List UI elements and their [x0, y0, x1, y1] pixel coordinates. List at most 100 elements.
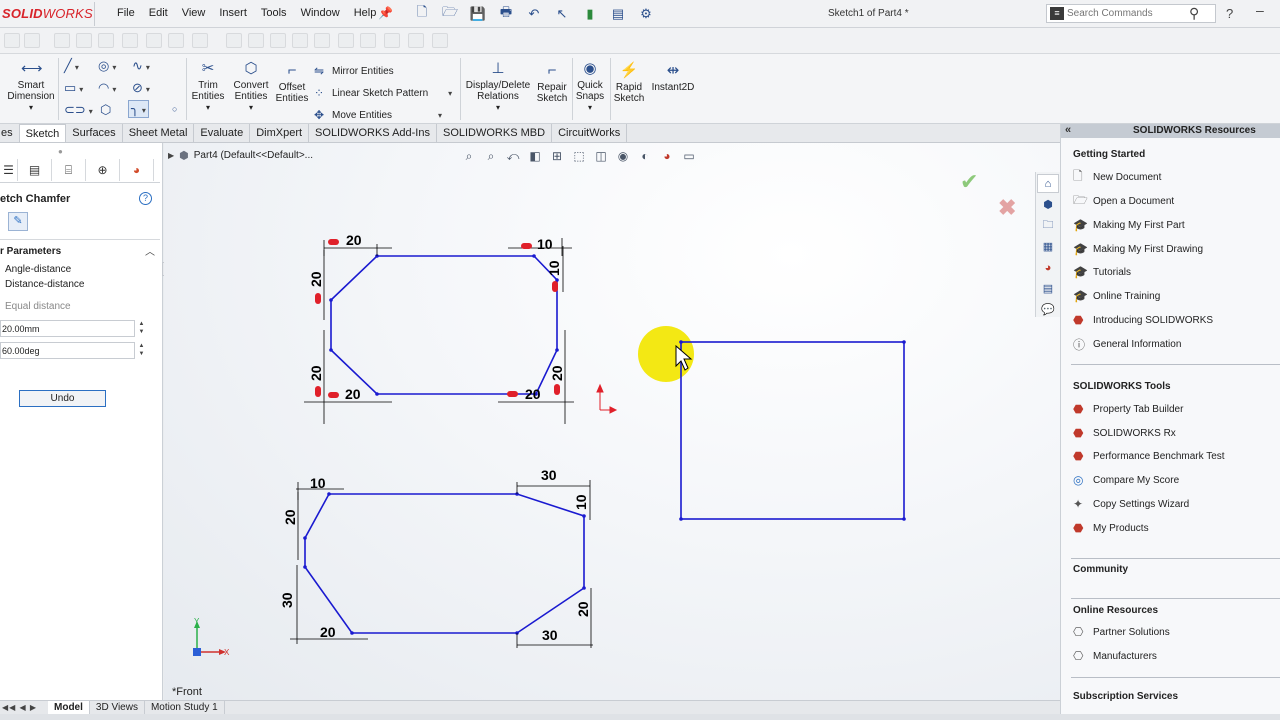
angle-distance-radio[interactable]: Angle-distance	[5, 264, 71, 275]
dimension-label[interactable]: 10	[310, 475, 326, 491]
repair-sketch-button[interactable]: ⌐ Repair Sketch	[536, 62, 568, 104]
collapse-chevron-icon[interactable]: ︿	[145, 243, 155, 258]
file-properties-icon[interactable]: ▤	[606, 4, 630, 24]
dimension-label[interactable]: 30	[542, 627, 558, 643]
sketch-rectangle[interactable]	[680, 341, 905, 520]
design-library-icon[interactable]: ⬢	[1037, 195, 1059, 214]
point-tool-icon[interactable]: ○	[172, 104, 177, 114]
view-palette-icon[interactable]: ▦	[1037, 237, 1059, 256]
first-drawing-link[interactable]: 🎓 Making My First Drawing	[1073, 242, 1203, 256]
online-training-link[interactable]: 🎓 Online Training	[1073, 289, 1160, 303]
feature-manager-icon[interactable]: ☰	[0, 159, 18, 181]
distance-distance-radio[interactable]: Distance-distance	[5, 279, 84, 290]
linear-sketch-pattern-button[interactable]: ⁘ Linear Sketch Pattern ▾	[314, 82, 452, 104]
compare-my-score-link[interactable]: ◎ Compare My Score	[1073, 473, 1179, 487]
dropdown-arrow-icon[interactable]: ▾	[249, 103, 253, 112]
tab-dimxpert[interactable]: DimXpert	[250, 124, 310, 142]
introducing-solidworks-link[interactable]: ⬣ Introducing SOLIDWORKS	[1073, 313, 1213, 327]
dimension-label[interactable]: 20	[575, 601, 591, 617]
collapse-panel-icon[interactable]: «	[1065, 124, 1071, 136]
spline-tool-icon[interactable]: ∿	[132, 58, 150, 74]
pushpin-icon[interactable]: ✎	[8, 212, 28, 231]
dimension-label[interactable]: 20	[320, 624, 336, 640]
pin-icon[interactable]: 📌	[378, 6, 393, 20]
tab-navigation-arrows-icon[interactable]: ◀◀ ◀ ▶ ▶▶	[0, 701, 48, 720]
display-delete-relations-button[interactable]: ⊥ Display/Delete Relations ▾	[462, 60, 534, 113]
undo-icon[interactable]: ↶	[522, 4, 546, 24]
search-commands[interactable]: ≡ ⚲	[1046, 4, 1216, 23]
dimension-label[interactable]: 20	[525, 386, 541, 402]
appearances-icon[interactable]: ◕	[1037, 258, 1059, 277]
angle-field[interactable]	[0, 342, 135, 359]
dropdown-arrow-icon[interactable]: ▾	[29, 103, 33, 112]
dimension-label[interactable]: 10	[573, 494, 589, 510]
rebuild-icon[interactable]: ▮	[578, 4, 602, 24]
equal-distance-checkbox[interactable]: Equal distance	[5, 301, 71, 312]
performance-benchmark-link[interactable]: ⬣ Performance Benchmark Test	[1073, 449, 1225, 463]
save-icon[interactable]: 💾	[466, 4, 490, 24]
new-document-icon[interactable]: 🗋	[410, 4, 434, 24]
tab-circuitworks[interactable]: CircuitWorks	[552, 124, 628, 142]
menu-file[interactable]: File	[110, 7, 142, 19]
tab-3d-views[interactable]: 3D Views	[90, 701, 145, 714]
general-information-link[interactable]: ⓘ General Information	[1073, 337, 1181, 352]
sketch-canvas[interactable]: 20 10 20 10 20 20 20 20 10 30 20 10 30 2…	[164, 143, 1060, 700]
trim-entities-button[interactable]: ✂ Trim Entities ▾	[188, 60, 228, 113]
configuration-manager-icon[interactable]: ⌸	[52, 159, 86, 181]
menu-edit[interactable]: Edit	[142, 7, 175, 19]
property-tab-builder-link[interactable]: ⬣ Property Tab Builder	[1073, 402, 1183, 416]
options-gear-icon[interactable]: ⚙	[634, 4, 658, 24]
sketch-fillet-icon[interactable]: ╮	[128, 100, 149, 118]
convert-entities-button[interactable]: ⬡ Convert Entities ▾	[230, 60, 272, 113]
dimension-label[interactable]: 20	[345, 386, 361, 402]
line-tool-icon[interactable]: ╱	[64, 58, 79, 74]
manufacturers-link[interactable]: ⎔ Manufacturers	[1073, 649, 1157, 663]
mirror-entities-button[interactable]: ⇋ Mirror Entities	[314, 60, 452, 82]
dimension-label[interactable]: 10	[537, 236, 553, 252]
quick-snaps-button[interactable]: ◉ Quick Snaps ▾	[574, 60, 606, 113]
tab-mbd[interactable]: SOLIDWORKS MBD	[437, 124, 553, 142]
solidworks-rx-link[interactable]: ⬣ SOLIDWORKS Rx	[1073, 426, 1176, 440]
rectangle-tool-icon[interactable]: ▭	[64, 80, 83, 96]
undo-button[interactable]: Undo	[19, 390, 106, 407]
menu-window[interactable]: Window	[294, 7, 347, 19]
menu-tools[interactable]: Tools	[254, 7, 294, 19]
rapid-sketch-button[interactable]: ⚡ Rapid Sketch	[612, 62, 646, 104]
dimxpert-manager-icon[interactable]: ⊕	[86, 159, 120, 181]
panel-grip-icon[interactable]: ●	[58, 147, 63, 156]
help-icon[interactable]: ?	[139, 192, 152, 205]
slot-tool-icon[interactable]: ⊂⊃	[64, 102, 93, 118]
copy-settings-wizard-link[interactable]: ✦ Copy Settings Wizard	[1073, 497, 1189, 511]
move-entities-button[interactable]: ✥ Move Entities ▾	[314, 104, 452, 126]
dimension-label[interactable]: 30	[541, 467, 557, 483]
solidworks-logo[interactable]: SOLIDWORKS	[2, 6, 93, 21]
display-manager-icon[interactable]: ◕	[120, 159, 154, 181]
dropdown-arrow-icon[interactable]: ▾	[438, 111, 442, 120]
tab-motion-study[interactable]: Motion Study 1	[145, 701, 225, 714]
property-manager-icon[interactable]: ▤	[18, 159, 52, 181]
tab-surfaces[interactable]: Surfaces	[66, 124, 123, 142]
dropdown-arrow-icon[interactable]: ▾	[448, 89, 452, 98]
custom-properties-icon[interactable]: ▤	[1037, 279, 1059, 298]
search-input[interactable]	[1067, 6, 1187, 21]
distance-spinner[interactable]: ▲ ▼	[137, 320, 146, 337]
chamfered-profile-1[interactable]	[330, 255, 558, 395]
community-heading[interactable]: Community	[1073, 564, 1128, 575]
file-explorer-icon[interactable]: 🗀	[1037, 216, 1059, 235]
tab-addins[interactable]: SOLIDWORKS Add-Ins	[309, 124, 437, 142]
tab-evaluate[interactable]: Evaluate	[194, 124, 251, 142]
dimension-label[interactable]: 20	[346, 232, 362, 248]
minimize-icon[interactable]: –	[1256, 2, 1264, 18]
distance-field[interactable]	[0, 320, 135, 337]
chamfered-profile-2[interactable]	[304, 493, 585, 634]
dimension-label[interactable]: 20	[308, 271, 324, 287]
menu-view[interactable]: View	[175, 7, 213, 19]
arc-tool-icon[interactable]: ◠	[98, 80, 116, 96]
ellipse-tool-icon[interactable]: ⊘	[132, 80, 150, 96]
dimension-label[interactable]: 30	[279, 592, 295, 608]
search-icon[interactable]: ⚲	[1189, 5, 1199, 22]
tab-sketch[interactable]: Sketch	[19, 124, 67, 142]
tab-model[interactable]: Model	[48, 701, 90, 714]
open-folder-icon[interactable]: 🗁	[438, 4, 462, 24]
partner-solutions-link[interactable]: ⎔ Partner Solutions	[1073, 625, 1170, 639]
